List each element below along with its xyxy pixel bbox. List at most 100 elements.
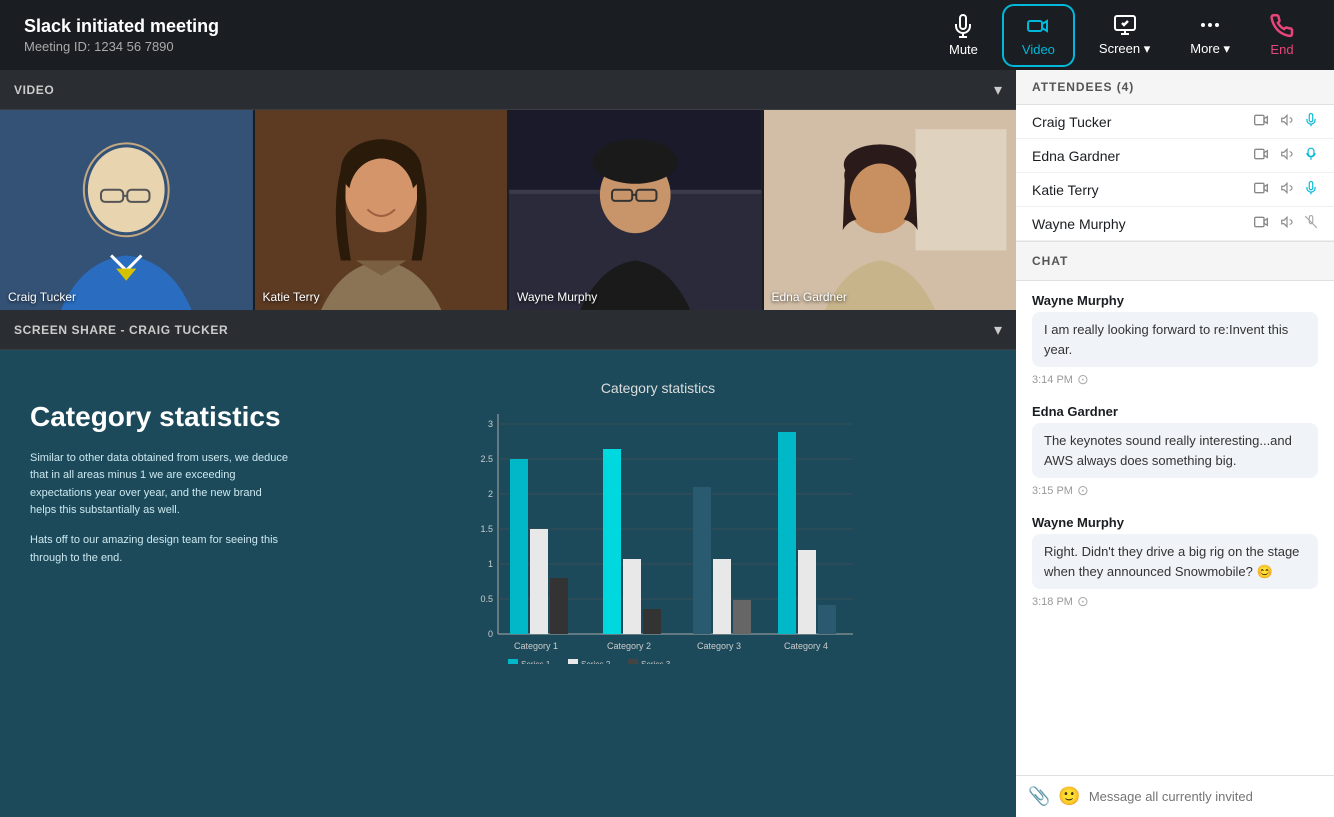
screen-icon bbox=[1113, 13, 1137, 37]
chat-bubble-1: I am really looking forward to re:Invent… bbox=[1032, 312, 1318, 367]
svg-text:Series 3: Series 3 bbox=[641, 660, 671, 664]
screen-label: Screen ▾ bbox=[1099, 41, 1150, 57]
slide-body-1: Similar to other data obtained from user… bbox=[30, 450, 290, 520]
video-section-header: VIDEO ▾ bbox=[0, 70, 1016, 110]
more-label: More ▾ bbox=[1190, 41, 1230, 57]
edna-portrait bbox=[764, 110, 1017, 310]
chat-input-field[interactable] bbox=[1089, 789, 1322, 804]
left-panel: VIDEO ▾ bbox=[0, 70, 1016, 817]
video-name-wayne: Wayne Murphy bbox=[517, 290, 597, 304]
attendee-name-craig: Craig Tucker bbox=[1032, 114, 1111, 130]
slide-title: Category statistics bbox=[30, 400, 290, 434]
chat-input-row: 📎 🙂 bbox=[1016, 775, 1334, 817]
chat-message-3: Wayne Murphy Right. Didn't they drive a … bbox=[1032, 515, 1318, 610]
attendee-cam-icon-craig bbox=[1254, 113, 1270, 130]
end-label: End bbox=[1270, 42, 1293, 57]
chat-options-icon-1[interactable]: ⊙ bbox=[1077, 371, 1089, 388]
attendees-section: ATTENDEES (4) Craig Tucker bbox=[1016, 70, 1334, 242]
attendee-row-craig: Craig Tucker bbox=[1016, 105, 1334, 139]
attendee-row-katie: Katie Terry bbox=[1016, 173, 1334, 207]
attendee-mic-icon-craig bbox=[1304, 113, 1318, 130]
attendee-speaker-icon-edna bbox=[1280, 147, 1294, 164]
video-grid: Craig Tucker bbox=[0, 110, 1016, 310]
video-name-craig: Craig Tucker bbox=[8, 290, 76, 304]
video-tile-craig: Craig Tucker bbox=[0, 110, 255, 310]
end-button[interactable]: End bbox=[1254, 8, 1310, 63]
mute-button[interactable]: Mute bbox=[933, 8, 994, 63]
attendee-icons-wayne bbox=[1254, 215, 1318, 232]
svg-text:3: 3 bbox=[488, 419, 493, 429]
emoji-icon[interactable]: 🙂 bbox=[1058, 786, 1080, 807]
svg-text:Series 2: Series 2 bbox=[581, 660, 611, 664]
slide-text: Category statistics Similar to other dat… bbox=[30, 370, 290, 579]
right-panel: ATTENDEES (4) Craig Tucker bbox=[1016, 70, 1334, 817]
attendee-speaker-icon-craig bbox=[1280, 113, 1294, 130]
attendees-title: ATTENDEES (4) bbox=[1032, 80, 1134, 94]
chat-meta-1: 3:14 PM ⊙ bbox=[1032, 371, 1318, 388]
more-icon bbox=[1198, 13, 1222, 37]
attendee-icons-craig bbox=[1254, 113, 1318, 130]
chat-time-2: 3:15 PM bbox=[1032, 485, 1073, 497]
svg-text:Category 2: Category 2 bbox=[607, 641, 651, 651]
attendees-header: ATTENDEES (4) bbox=[1016, 70, 1334, 105]
video-tile-edna: Edna Gardner bbox=[764, 110, 1017, 310]
svg-text:0.5: 0.5 bbox=[480, 594, 493, 604]
chat-time-1: 3:14 PM bbox=[1032, 374, 1073, 386]
chat-options-icon-2[interactable]: ⊙ bbox=[1077, 482, 1089, 499]
attendee-cam-icon-katie bbox=[1254, 181, 1270, 198]
attachment-icon[interactable]: 📎 bbox=[1028, 786, 1050, 807]
screenshare-header: SCREEN SHARE - CRAIG TUCKER ▾ bbox=[0, 310, 1016, 350]
video-section-label: VIDEO bbox=[14, 83, 54, 97]
chat-message-2: Edna Gardner The keynotes sound really i… bbox=[1032, 404, 1318, 499]
attendee-icons-katie bbox=[1254, 181, 1318, 198]
chat-message-1: Wayne Murphy I am really looking forward… bbox=[1032, 293, 1318, 388]
svg-text:Category 3: Category 3 bbox=[697, 641, 741, 651]
meeting-id-label: Meeting ID: bbox=[24, 39, 90, 54]
chat-options-icon-3[interactable]: ⊙ bbox=[1077, 593, 1089, 610]
attendee-name-edna: Edna Gardner bbox=[1032, 148, 1120, 164]
chart-area: Category statistics bbox=[330, 370, 986, 669]
screenshare-collapse-icon[interactable]: ▾ bbox=[994, 320, 1002, 340]
more-button[interactable]: More ▾ bbox=[1174, 7, 1246, 63]
attendee-name-wayne: Wayne Murphy bbox=[1032, 216, 1126, 232]
svg-text:Series 1: Series 1 bbox=[521, 660, 551, 664]
header: Slack initiated meeting Meeting ID: 1234… bbox=[0, 0, 1334, 70]
chat-sender-1: Wayne Murphy bbox=[1032, 293, 1318, 308]
chart-svg-wrap: 0 0.5 1 1.5 2 2.5 3 bbox=[448, 404, 868, 669]
video-icon bbox=[1026, 14, 1050, 38]
screenshare-content: Category statistics Similar to other dat… bbox=[0, 350, 1016, 817]
video-button[interactable]: Video bbox=[1002, 4, 1075, 67]
chat-meta-3: 3:18 PM ⊙ bbox=[1032, 593, 1318, 610]
bar-chart: 0 0.5 1 1.5 2 2.5 3 bbox=[448, 404, 868, 664]
wayne-portrait bbox=[509, 110, 762, 310]
attendee-row-edna: Edna Gardner bbox=[1016, 139, 1334, 173]
screen-button[interactable]: Screen ▾ bbox=[1083, 7, 1166, 63]
attendee-speaker-icon-katie bbox=[1280, 181, 1294, 198]
chat-bubble-row-1: I am really looking forward to re:Invent… bbox=[1032, 312, 1318, 367]
screenshare-label: SCREEN SHARE - CRAIG TUCKER bbox=[14, 323, 228, 337]
chat-sender-3: Wayne Murphy bbox=[1032, 515, 1318, 530]
mute-label: Mute bbox=[949, 42, 978, 57]
attendee-cam-icon-wayne bbox=[1254, 215, 1270, 232]
chat-meta-2: 3:15 PM ⊙ bbox=[1032, 482, 1318, 499]
attendee-row-wayne: Wayne Murphy bbox=[1016, 207, 1334, 241]
attendee-cam-icon-edna bbox=[1254, 147, 1270, 164]
video-collapse-icon[interactable]: ▾ bbox=[994, 80, 1002, 100]
attendee-mic-icon-katie bbox=[1304, 181, 1318, 198]
craig-portrait bbox=[0, 110, 253, 310]
mute-icon bbox=[951, 14, 975, 38]
attendee-mic-muted-icon-wayne bbox=[1304, 215, 1318, 232]
chat-time-3: 3:18 PM bbox=[1032, 596, 1073, 608]
chat-section: CHAT Wayne Murphy I am really looking fo… bbox=[1016, 242, 1334, 817]
svg-text:2.5: 2.5 bbox=[480, 454, 493, 464]
attendee-speaker-icon-wayne bbox=[1280, 215, 1294, 232]
chat-title: CHAT bbox=[1032, 254, 1068, 268]
chat-bubble-2: The keynotes sound really interesting...… bbox=[1032, 423, 1318, 478]
chat-bubble-row-2: The keynotes sound really interesting...… bbox=[1032, 423, 1318, 478]
chat-header: CHAT bbox=[1016, 242, 1334, 281]
chart-title: Category statistics bbox=[601, 380, 715, 396]
video-section: VIDEO ▾ bbox=[0, 70, 1016, 310]
svg-text:1: 1 bbox=[488, 559, 493, 569]
chat-messages: Wayne Murphy I am really looking forward… bbox=[1016, 281, 1334, 775]
svg-text:Category 4: Category 4 bbox=[784, 641, 828, 651]
